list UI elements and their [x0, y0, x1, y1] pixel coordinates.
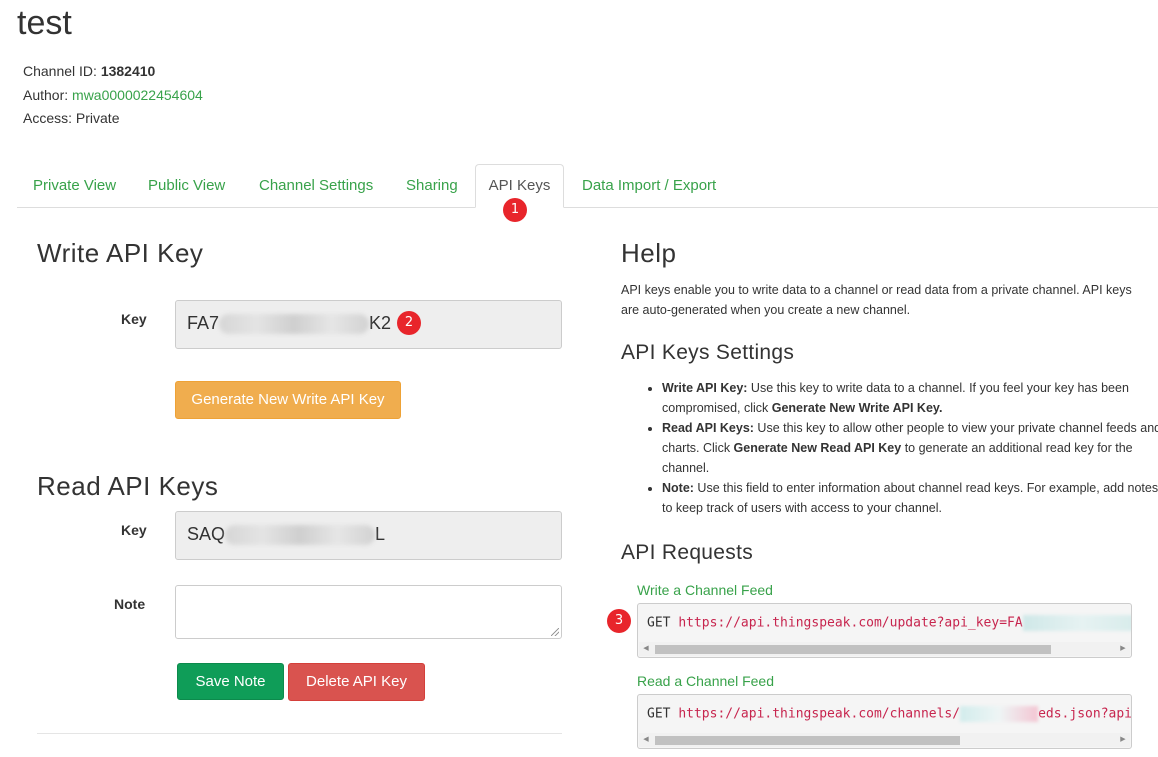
tab-data-import-export[interactable]: Data Import / Export: [566, 165, 732, 207]
write-api-key-heading: Write API Key: [37, 238, 204, 268]
redacted-blur: [225, 525, 376, 546]
list-strong: Generate New Read API Key: [733, 441, 902, 455]
read-feed-code[interactable]: GET https://api.thingspeak.com/channels/…: [637, 694, 1132, 749]
read-feed-label: Read a Channel Feed: [637, 673, 774, 689]
read-key-field[interactable]: SAQ L: [175, 511, 562, 560]
tabs-divider: [17, 207, 1158, 208]
list-text: Use this field to enter information abou…: [662, 481, 1158, 515]
list-item: Write API Key: Use this key to write dat…: [662, 378, 1158, 418]
read-key-suffix: L: [375, 524, 386, 544]
resize-grip-icon[interactable]: [551, 628, 559, 636]
help-heading: Help: [621, 238, 677, 268]
access-row: Access: Private: [23, 110, 119, 126]
http-method: GET: [647, 706, 671, 722]
note-label: Note: [114, 596, 146, 612]
channel-id-value: 1382410: [100, 63, 156, 79]
help-intro: API keys enable you to write data to a c…: [621, 283, 1132, 317]
write-key-label: Key: [121, 311, 147, 327]
author-label: Author:: [23, 87, 69, 103]
note-textarea[interactable]: [175, 585, 562, 639]
request-url-suffix: eds.json?api: [1038, 706, 1132, 722]
write-key-suffix: K2: [369, 313, 392, 333]
generate-write-key-button[interactable]: Generate New Write API Key: [175, 381, 401, 419]
access-value: Private: [75, 110, 120, 126]
delete-api-key-button[interactable]: Delete API Key: [288, 663, 425, 701]
list-term: Note:: [662, 481, 694, 495]
page-title: test: [17, 4, 72, 42]
access-label: Access:: [23, 110, 73, 126]
scroll-right-icon[interactable]: ▶: [1118, 734, 1128, 746]
settings-list: Write API Key: Use this key to write dat…: [642, 378, 1158, 518]
read-api-keys-heading: Read API Keys: [37, 471, 219, 501]
write-feed-label: Write a Channel Feed: [637, 582, 773, 598]
annotation-badge-3: 3: [607, 609, 631, 633]
write-feed-code[interactable]: GET https://api.thingspeak.com/update?ap…: [637, 603, 1132, 658]
http-method: GET: [647, 615, 671, 631]
api-keys-settings-heading: API Keys Settings: [621, 341, 795, 364]
tab-private-view[interactable]: Private View: [17, 165, 132, 207]
list-item: Read API Keys: Use this key to allow oth…: [662, 418, 1158, 478]
scrollbar-thumb[interactable]: [655, 645, 1051, 654]
redacted-blur: [960, 706, 1039, 722]
tab-sharing[interactable]: Sharing: [390, 165, 474, 207]
scroll-right-icon[interactable]: ▶: [1118, 643, 1128, 655]
list-term: Write API Key:: [662, 381, 748, 395]
scroll-left-icon[interactable]: ◀: [641, 734, 651, 746]
redacted-blur: [219, 314, 370, 335]
redacted-blur: [1022, 615, 1131, 631]
request-url: https://api.thingspeak.com/channels/: [678, 706, 961, 722]
channel-id-label: Channel ID:: [23, 63, 97, 79]
api-requests-heading: API Requests: [621, 541, 753, 564]
horizontal-scrollbar[interactable]: ◀ ▶: [639, 642, 1130, 656]
read-key-prefix: SAQ: [187, 524, 226, 544]
request-url: https://api.thingspeak.com/update?api_ke…: [678, 615, 1023, 631]
section-divider: [37, 733, 562, 734]
author-link[interactable]: mwa0000022454604: [72, 87, 203, 103]
read-key-label: Key: [121, 522, 147, 538]
annotation-badge-2: 2: [397, 311, 421, 335]
read-feed-request: GET https://api.thingspeak.com/channels/…: [647, 706, 1132, 722]
annotation-badge-1: 1: [503, 198, 527, 222]
list-term: Read API Keys:: [662, 421, 754, 435]
save-note-button[interactable]: Save Note: [177, 663, 284, 700]
write-feed-request: GET https://api.thingspeak.com/update?ap…: [647, 615, 1131, 631]
horizontal-scrollbar[interactable]: ◀ ▶: [639, 733, 1130, 747]
list-item: Note: Use this field to enter informatio…: [662, 478, 1158, 518]
write-key-prefix: FA7: [187, 313, 220, 333]
write-key-field[interactable]: FA7 K2: [175, 300, 562, 349]
scroll-left-icon[interactable]: ◀: [641, 643, 651, 655]
tab-channel-settings[interactable]: Channel Settings: [243, 165, 389, 207]
channel-id-row: Channel ID: 1382410: [23, 63, 155, 79]
tab-public-view[interactable]: Public View: [132, 165, 241, 207]
scrollbar-thumb[interactable]: [655, 736, 960, 745]
author-row: Author: mwa0000022454604: [23, 87, 203, 103]
list-strong: Generate New Write API Key.: [771, 401, 943, 415]
